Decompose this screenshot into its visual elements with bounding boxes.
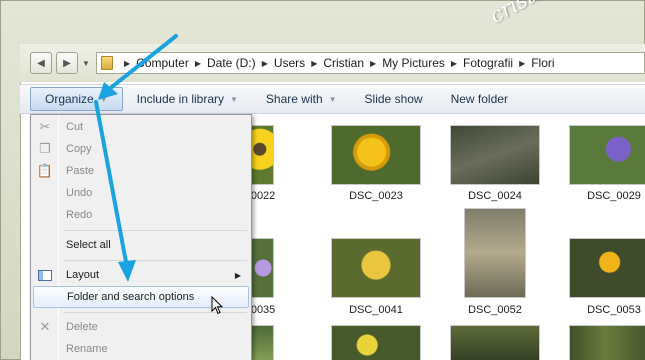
copy-icon: ❐ xyxy=(39,141,51,156)
address-bar-row: ◀ ▶ ▼ ▶ Computer ▶ Date (D:) ▶ Users ▶ C… xyxy=(20,44,645,82)
back-button[interactable]: ◀ xyxy=(30,52,52,74)
layout-icon xyxy=(33,269,57,281)
breadcrumb-item-users[interactable]: Users xyxy=(274,56,305,70)
breadcrumb[interactable]: ▶ Computer ▶ Date (D:) ▶ Users ▶ Cristia… xyxy=(96,52,645,74)
file-label[interactable]: DSC_0052 xyxy=(440,304,550,316)
thumbnail-dsc-0023[interactable] xyxy=(331,125,421,185)
menu-item-undo[interactable]: Undo xyxy=(33,182,249,204)
forward-button[interactable]: ▶ xyxy=(56,52,78,74)
menu-item-paste[interactable]: 📋 Paste xyxy=(33,160,249,182)
chevron-down-icon: ▼ xyxy=(328,94,337,104)
menu-item-layout[interactable]: Layout ▶ xyxy=(33,264,249,286)
menu-separator xyxy=(63,230,247,231)
thumbnail[interactable] xyxy=(450,325,540,360)
file-label[interactable]: DSC_0053 xyxy=(559,304,645,316)
menu-item-label: Layout xyxy=(66,269,100,281)
organize-button[interactable]: Organize ▼ xyxy=(30,87,123,111)
new-folder-button[interactable]: New folder xyxy=(437,85,522,113)
thumbnail[interactable] xyxy=(250,325,274,360)
thumbnail-dsc-0022[interactable] xyxy=(250,125,274,185)
command-bar: Organize ▼ Include in library ▼ Share wi… xyxy=(20,84,645,114)
new-folder-label: New folder xyxy=(450,92,508,106)
mouse-cursor-icon xyxy=(211,296,224,315)
file-label[interactable]: DSC_0023 xyxy=(321,190,431,202)
menu-item-select-all[interactable]: Select all xyxy=(33,234,249,256)
thumbnail-dsc-0041[interactable] xyxy=(331,238,421,298)
breadcrumb-item-cristian[interactable]: Cristian xyxy=(323,56,364,70)
menu-item-delete[interactable]: ✕ Delete xyxy=(33,316,249,338)
chevron-down-icon: ▼ xyxy=(230,94,238,104)
breadcrumb-item-computer[interactable]: Computer xyxy=(136,56,189,70)
organize-menu: ✂ Cut ❐ Copy 📋 Paste Undo Redo Select al… xyxy=(30,114,252,360)
breadcrumb-item-date-d[interactable]: Date (D:) xyxy=(207,56,256,70)
share-with-label: Share with xyxy=(265,92,323,106)
forward-arrow-icon: ▶ xyxy=(63,57,71,69)
back-arrow-icon: ◀ xyxy=(37,57,45,69)
menu-item-redo[interactable]: Redo xyxy=(33,204,249,226)
thumbnail-dsc-0029[interactable] xyxy=(569,125,645,185)
menu-item-rename[interactable]: Rename xyxy=(33,338,249,360)
breadcrumb-item-flori[interactable]: Flori xyxy=(531,56,554,70)
thumbnail[interactable] xyxy=(331,325,421,360)
chevron-right-icon[interactable]: ▶ xyxy=(370,59,376,68)
breadcrumb-item-my-pictures[interactable]: My Pictures xyxy=(382,56,445,70)
submenu-arrow-icon: ▶ xyxy=(234,270,241,280)
menu-item-copy[interactable]: ❐ Copy xyxy=(33,138,249,160)
folder-icon xyxy=(101,56,113,70)
scissors-icon: ✂ xyxy=(39,119,51,134)
thumbnail-dsc-0024[interactable] xyxy=(450,125,540,185)
menu-item-label: Cut xyxy=(66,121,84,133)
slide-show-button[interactable]: Slide show xyxy=(351,85,437,113)
thumbnail-dsc-0052[interactable] xyxy=(464,208,526,298)
menu-separator xyxy=(63,260,247,261)
recent-pages-dropdown-icon[interactable]: ▼ xyxy=(82,59,92,68)
thumbnail[interactable] xyxy=(569,325,645,360)
chevron-right-icon[interactable]: ▶ xyxy=(311,59,317,68)
chevron-right-icon[interactable]: ▶ xyxy=(195,59,201,68)
slide-show-label: Slide show xyxy=(364,92,423,106)
file-label[interactable]: DSC_0029 xyxy=(559,190,645,202)
menu-item-label: Copy xyxy=(66,143,92,155)
menu-item-cut[interactable]: ✂ Cut xyxy=(33,116,249,138)
include-in-library-button[interactable]: Include in library ▼ xyxy=(123,85,252,113)
chevron-right-icon[interactable]: ▶ xyxy=(262,59,268,68)
chevron-right-icon[interactable]: ▶ xyxy=(451,59,457,68)
chevron-right-icon[interactable]: ▶ xyxy=(124,59,130,68)
menu-item-label: Rename xyxy=(66,343,108,355)
breadcrumb-item-fotografii[interactable]: Fotografii xyxy=(463,56,513,70)
share-with-button[interactable]: Share with ▼ xyxy=(252,85,351,113)
thumbnail-dsc-0053[interactable] xyxy=(569,238,645,298)
menu-item-label: Undo xyxy=(66,187,93,199)
delete-x-icon: ✕ xyxy=(39,319,51,334)
file-label[interactable]: DSC_0041 xyxy=(321,304,431,316)
include-in-library-label: Include in library xyxy=(136,92,224,106)
chevron-down-icon: ▼ xyxy=(99,94,108,104)
clipboard-icon: 📋 xyxy=(36,163,54,178)
menu-item-label: Select all xyxy=(66,239,111,251)
menu-item-label: Folder and search options xyxy=(67,291,195,303)
organize-label: Organize xyxy=(45,92,94,106)
file-label[interactable]: DSC_0024 xyxy=(440,190,550,202)
menu-item-label: Paste xyxy=(66,165,95,177)
thumbnail-dsc-0035[interactable] xyxy=(250,238,274,298)
menu-item-label: Redo xyxy=(66,209,93,221)
chevron-right-icon[interactable]: ▶ xyxy=(519,59,525,68)
menu-item-label: Delete xyxy=(66,321,98,333)
